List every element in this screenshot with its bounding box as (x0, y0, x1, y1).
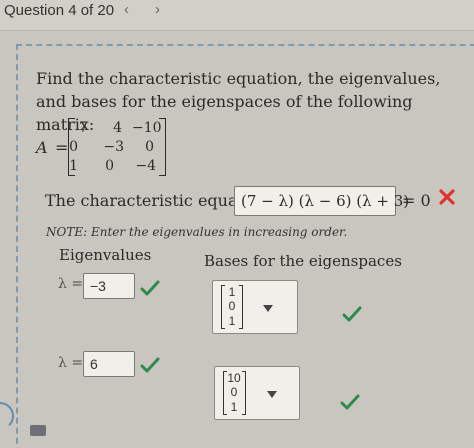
matrix-cell: 7 (79, 120, 88, 136)
previous-question-icon[interactable]: ‹ (124, 1, 129, 18)
matrix-cell: −10 (132, 120, 162, 136)
eigenvalue-input-1[interactable]: −3 (83, 273, 135, 299)
matrix-cell: −3 (103, 139, 124, 155)
top-bar: Question 4 of 20 ‹ › (0, 0, 474, 30)
matrix-cell: 4 (113, 120, 122, 136)
question-label: Question 4 of 20 (4, 2, 115, 19)
characteristic-equals-zero: = 0 (402, 191, 431, 210)
chevron-down-icon (267, 391, 277, 398)
matrix-cell: −4 (135, 158, 156, 174)
check-icon (342, 306, 362, 322)
eigenvalues-header: Eigenvalues (59, 246, 152, 264)
lambda-label: λ = (58, 355, 84, 371)
matrix-name: A (36, 138, 48, 157)
vector-entry: 0 (230, 385, 238, 399)
characteristic-equation-input[interactable]: (7 − λ) (λ − 6) (λ + 3) (234, 186, 409, 216)
bases-header: Bases for the eigenspaces (204, 252, 402, 270)
vector-right-bracket (242, 371, 246, 415)
lambda-label: λ = (58, 276, 84, 292)
check-icon (340, 394, 360, 410)
help-widget-icon[interactable] (0, 402, 14, 430)
incorrect-x-icon (439, 189, 455, 205)
note-text: NOTE: Enter the eigenvalues in increasin… (46, 225, 348, 239)
characteristic-equation-value: (7 − λ) (λ − 6) (λ + 3) (241, 192, 410, 210)
matrix-cell: 1 (69, 158, 78, 174)
vector-entry: 1 (230, 400, 238, 414)
check-icon (140, 357, 160, 373)
top-divider (0, 30, 474, 31)
eigenvalue-value: 6 (90, 356, 98, 372)
matrix-cell: 0 (145, 139, 154, 155)
check-icon (140, 280, 160, 296)
vector-right-bracket (239, 285, 243, 329)
matrix-cell: 0 (69, 139, 78, 155)
matrix-cell: 0 (105, 158, 114, 174)
keyboard-icon[interactable] (30, 425, 46, 436)
eigenvalue-value: −3 (90, 278, 106, 294)
basis-dropdown-2[interactable]: 10 0 1 (214, 366, 300, 420)
chevron-down-icon (263, 305, 273, 312)
basis-dropdown-1[interactable]: 1 0 1 (212, 280, 298, 334)
eigenvalue-input-2[interactable]: 6 (83, 351, 135, 377)
prompt-line-1: Find the characteristic equation, the ei… (36, 69, 441, 88)
next-question-icon[interactable]: › (155, 1, 160, 18)
vector-entry: 10 (227, 371, 241, 385)
